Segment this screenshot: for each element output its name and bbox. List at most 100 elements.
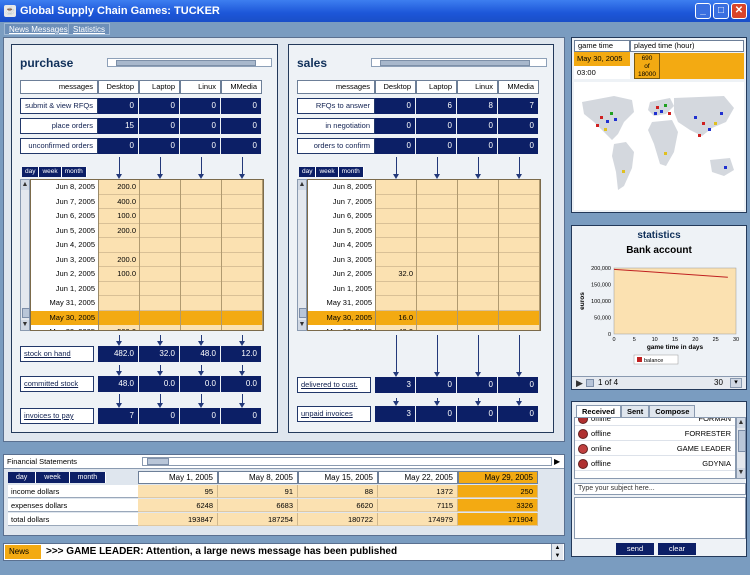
purchase-grid-row[interactable]: May 31, 2005: [31, 296, 263, 311]
purchase-bottom-value[interactable]: 48.0: [98, 376, 139, 392]
purchase-row-label[interactable]: submit & view RFQs: [20, 98, 98, 114]
sales-row-value[interactable]: 0: [498, 138, 539, 154]
purchase-row-value[interactable]: 0: [139, 118, 180, 134]
purchase-row-label[interactable]: unconfirmed orders: [20, 138, 98, 154]
financial-cell[interactable]: 250: [458, 485, 538, 498]
purchase-hscroll[interactable]: [107, 58, 272, 67]
sales-scroll-thumb[interactable]: [299, 308, 307, 318]
sales-grid-cell[interactable]: [499, 180, 540, 195]
purchase-row-value[interactable]: 0: [221, 118, 262, 134]
purchase-grid-row[interactable]: Jun 8, 2005 200.0: [31, 180, 263, 195]
sales-grid-cell[interactable]: [499, 238, 540, 253]
sales-grid-row[interactable]: Jun 3, 2005: [308, 252, 540, 267]
purchase-grid-cell[interactable]: [140, 325, 181, 330]
purchase-grid-cell[interactable]: [140, 209, 181, 224]
purchase-grid-cell[interactable]: [181, 325, 222, 330]
sales-grid-cell[interactable]: [499, 310, 540, 325]
sales-bottom-label[interactable]: delivered to cust.: [297, 377, 371, 393]
sales-grid-cell[interactable]: [417, 325, 458, 330]
purchase-row-value[interactable]: 0: [139, 98, 180, 114]
sales-grid-cell[interactable]: [499, 194, 540, 209]
financial-cell[interactable]: 1372: [378, 485, 458, 498]
pager-prev-icon[interactable]: ▶: [576, 378, 583, 389]
bank-account-chart[interactable]: Bank account 0 50,000 100,000 150,000 200,000…: [574, 242, 744, 372]
purchase-scroll-thumb[interactable]: [22, 308, 30, 318]
purchase-grid-scrollbar[interactable]: ▲ ▼: [20, 179, 30, 331]
purchase-grid-cell[interactable]: [99, 238, 140, 253]
purchase-grid-row[interactable]: May 30, 2005: [31, 310, 263, 325]
purchase-bottom-value[interactable]: 48.0: [180, 346, 221, 362]
purchase-bottom-value[interactable]: 0: [221, 408, 262, 424]
financial-date-header[interactable]: May 8, 2005: [218, 471, 298, 484]
sales-grid-cell[interactable]: [499, 252, 540, 267]
sales-grid-cell[interactable]: [376, 252, 417, 267]
purchase-grid-cell[interactable]: [181, 310, 222, 325]
purchase-grid-row[interactable]: Jun 4, 2005: [31, 238, 263, 253]
sales-grid-cell[interactable]: [458, 194, 499, 209]
purchase-grid-cell[interactable]: 400.0: [99, 194, 140, 209]
sales-grid-cell[interactable]: [458, 281, 499, 296]
user-list-item[interactable]: offline GDYNIA: [575, 457, 735, 471]
purchase-row-value[interactable]: 0: [98, 98, 139, 114]
purchase-grid-cell[interactable]: [181, 194, 222, 209]
sales-grid-cell[interactable]: [499, 267, 540, 282]
purchase-grid-cell[interactable]: [222, 180, 263, 195]
purchase-grid-cell[interactable]: [181, 180, 222, 195]
sales-grid-row[interactable]: May 30, 2005 16.0: [308, 310, 540, 325]
purchase-grid-cell[interactable]: [181, 252, 222, 267]
sales-row-value[interactable]: 7: [498, 98, 539, 114]
sales-row-value[interactable]: 6: [416, 98, 457, 114]
purchase-grid-row[interactable]: Jun 3, 2005 200.0: [31, 252, 263, 267]
financial-date-header[interactable]: May 22, 2005: [378, 471, 458, 484]
financial-cell[interactable]: 88: [298, 485, 378, 498]
financial-cell[interactable]: 6620: [298, 499, 378, 512]
financial-cell[interactable]: 174979: [378, 513, 458, 526]
purchase-bottom-label[interactable]: invoices to pay: [20, 408, 94, 424]
sales-grid-cell[interactable]: [417, 209, 458, 224]
financial-cell[interactable]: 180722: [298, 513, 378, 526]
purchase-grid-cell[interactable]: [222, 209, 263, 224]
sales-grid-cell[interactable]: [417, 296, 458, 311]
purchase-grid-cell[interactable]: [222, 194, 263, 209]
purchase-bottom-value[interactable]: 0: [139, 408, 180, 424]
sales-grid-row[interactable]: Jun 7, 2005: [308, 194, 540, 209]
sales-hscroll[interactable]: [371, 58, 547, 67]
sales-grid-cell[interactable]: [458, 223, 499, 238]
sales-grid-cell[interactable]: [499, 296, 540, 311]
financial-date-header[interactable]: May 1, 2005: [138, 471, 218, 484]
sales-grid-cell[interactable]: [417, 267, 458, 282]
purchase-bottom-value[interactable]: 0.0: [221, 376, 262, 392]
purchase-bottom-value[interactable]: 0.0: [180, 376, 221, 392]
close-button[interactable]: ✕: [731, 3, 747, 19]
user-list-item[interactable]: online GAME LEADER: [575, 442, 735, 456]
purchase-grid-row[interactable]: May 29, 2005500.0: [31, 325, 263, 330]
purchase-grid-cell[interactable]: [222, 325, 263, 330]
purchase-scroll-up-icon[interactable]: ▲: [21, 180, 29, 190]
purchase-grid-cell[interactable]: [222, 310, 263, 325]
sales-grid-cell[interactable]: [376, 180, 417, 195]
sales-row-value[interactable]: 0: [375, 98, 416, 114]
sales-row-value[interactable]: 8: [457, 98, 498, 114]
sales-grid-cell[interactable]: [458, 238, 499, 253]
purchase-grid-row[interactable]: Jun 2, 2005 100.0: [31, 267, 263, 282]
purchase-row-value[interactable]: 0: [221, 98, 262, 114]
purchase-row-label[interactable]: place orders: [20, 118, 98, 134]
sales-scroll-down-icon[interactable]: ▼: [298, 320, 306, 330]
sales-grid-cell[interactable]: [417, 223, 458, 238]
purchase-row-value[interactable]: 0: [98, 138, 139, 154]
financial-tab-week[interactable]: week: [36, 472, 70, 483]
sales-bottom-value[interactable]: 0: [457, 406, 498, 422]
sales-grid-cell[interactable]: [417, 180, 458, 195]
financial-cell[interactable]: 3326: [458, 499, 538, 512]
purchase-row-value[interactable]: 0: [221, 138, 262, 154]
purchase-grid-cell[interactable]: [222, 252, 263, 267]
purchase-grid-row[interactable]: Jun 1, 2005: [31, 281, 263, 296]
purchase-grid-cell[interactable]: [222, 296, 263, 311]
purchase-row-value[interactable]: 0: [180, 98, 221, 114]
purchase-grid-cell[interactable]: [140, 180, 181, 195]
purchase-grid-cell[interactable]: 100.0: [99, 267, 140, 282]
user-list-scrollbar[interactable]: ▲ ▼: [736, 417, 746, 479]
sales-grid-cell[interactable]: [417, 238, 458, 253]
message-body-input[interactable]: [574, 497, 746, 539]
purchase-grid-cell[interactable]: 500.0: [99, 325, 140, 330]
